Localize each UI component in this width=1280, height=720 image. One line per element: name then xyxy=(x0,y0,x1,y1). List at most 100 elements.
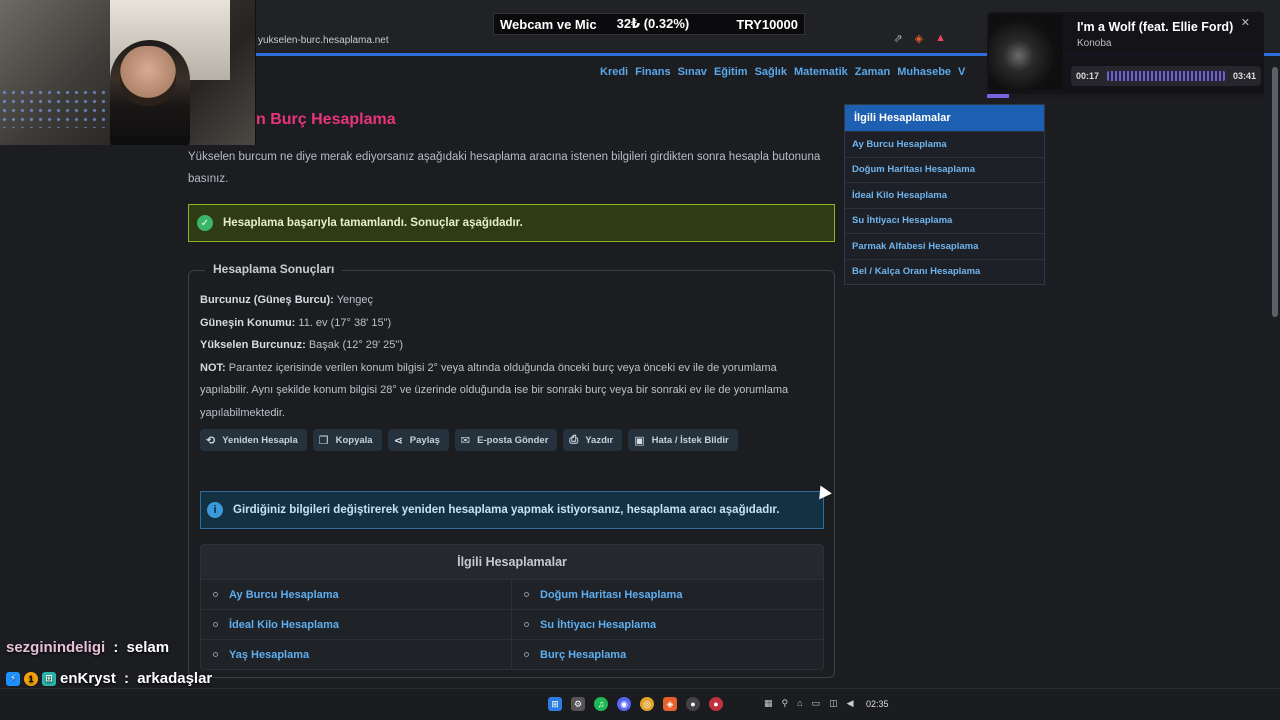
spotify-icon[interactable]: ♫ xyxy=(594,697,608,711)
prime-badge-icon: ⚡ xyxy=(6,671,20,686)
chat-text: arkadaşlar xyxy=(137,670,213,687)
chrome-icon[interactable]: ◎ xyxy=(640,697,654,711)
song-artist: Konoba xyxy=(1077,38,1112,49)
nav-kredi[interactable]: Kredi xyxy=(600,66,628,78)
result-actions: ⟲ Yeniden Hesapla ❐ Kopyala ⋖ Paylaş ✉ E-pos… xyxy=(200,429,738,451)
sidebar-related: İlgili Hesaplamalar Ay Burcu Hesaplama D… xyxy=(844,104,1045,285)
info-message: Girdiğiniz bilgileri değiştirerek yenide… xyxy=(233,504,780,516)
goal-label: Webcam ve Mic xyxy=(500,16,597,32)
copy-button[interactable]: ❐ Kopyala xyxy=(312,429,382,451)
related-link-label: Burç Hesaplama xyxy=(540,648,627,661)
sidebar-item-ideal-kilo[interactable]: İdeal Kilo Hesaplama xyxy=(845,182,1044,208)
success-message: Hesaplama başarıyla tamamlandı. Sonuçlar… xyxy=(223,217,523,229)
nav-saglik[interactable]: Sağlık xyxy=(755,66,787,78)
url-text[interactable]: yukselen-burc.hesaplama.net xyxy=(250,35,389,46)
tray-volume-icon[interactable]: ◀ xyxy=(847,698,854,709)
song-progress-fill xyxy=(987,94,1010,98)
taskbar: ⊞ ⚙ ♫ ◉ ◎ ◈ ● ● ▦ ⚲ ⌂ ▭ ◫ ◀ 02:35 xyxy=(0,688,1280,720)
album-art xyxy=(989,14,1063,90)
check-circle-icon: ✓ xyxy=(197,215,213,231)
site-nav: Kredi Finans Sınav Eğitim Sağlık Matemat… xyxy=(600,66,965,78)
duration-time: 03:41 xyxy=(1232,71,1256,81)
nav-finans[interactable]: Finans xyxy=(635,66,670,78)
sidebar-item-parmak-alfabesi[interactable]: Parmak Alfabesi Hesaplama xyxy=(845,233,1044,259)
playback-bar: 00:17 03:41 xyxy=(1071,66,1261,86)
windows-start-icon[interactable]: ⊞ xyxy=(548,697,562,711)
sidebar-item-su-ihtiyaci[interactable]: Su İhtiyacı Hesaplama xyxy=(845,207,1044,234)
nav-more[interactable]: V xyxy=(958,66,965,78)
tray-mic-icon[interactable]: ⚲ xyxy=(782,698,789,709)
page-scrollbar[interactable] xyxy=(1270,57,1280,685)
recalculate-button[interactable]: ⟲ Yeniden Hesapla xyxy=(200,429,307,451)
tray-network-icon[interactable]: ◫ xyxy=(829,698,838,709)
related-link[interactable]: Su İhtiyacı Hesaplama xyxy=(512,609,823,639)
brave-icon[interactable]: ◈ xyxy=(663,697,677,711)
sidebar-item-dogum-haritasi[interactable]: Doğum Haritası Hesaplama xyxy=(845,156,1044,183)
success-alert: ✓ Hesaplama başarıyla tamamlandı. Sonuçl… xyxy=(188,204,835,242)
sun-position-value: 11. ev (17° 38' 15") xyxy=(298,316,392,329)
tray-grid-icon[interactable]: ▦ xyxy=(764,698,773,709)
now-playing-widget: I'm a Wolf (feat. Ellie Ford) Konoba ✕ 0… xyxy=(987,12,1264,98)
email-button[interactable]: ✉ E-posta Gönder xyxy=(454,429,558,451)
share-button[interactable]: ⋖ Paylaş xyxy=(387,429,449,451)
share-label: Paylaş xyxy=(409,434,440,446)
recalculate-label: Yeniden Hesapla xyxy=(222,434,298,446)
feedback-label: Hata / İstek Bildir xyxy=(651,434,729,446)
tray-display-icon[interactable]: ▭ xyxy=(812,698,821,709)
stream-goal-bar: Webcam ve Mic 32₺ (0.32%) TRY10000 xyxy=(493,13,805,35)
related-link[interactable]: Ay Burcu Hesaplama xyxy=(201,579,512,609)
related-link-label: Yaş Hesaplama xyxy=(229,648,310,661)
feedback-button[interactable]: ▣ Hata / İstek Bildir xyxy=(628,429,738,451)
results-panel: Hesaplama Sonuçları Burcunuz (Güneş Burc… xyxy=(188,262,835,678)
share-icon: ⋖ xyxy=(393,434,403,447)
copy-label: Kopyala xyxy=(335,434,373,446)
song-title: I'm a Wolf (feat. Ellie Ford) xyxy=(1077,20,1234,34)
tray-notification-icon[interactable]: ⌂ xyxy=(797,698,802,709)
sidebar-title: İlgili Hesaplamalar xyxy=(845,105,1044,131)
nav-muhasebe[interactable]: Muhasebe xyxy=(897,66,951,78)
page-title: n Burç Hesaplama xyxy=(256,111,396,128)
brave-shield-icon[interactable]: ◈ xyxy=(915,32,923,45)
brave-rewards-icon[interactable]: ▲ xyxy=(935,32,946,45)
discord-icon[interactable]: ◉ xyxy=(617,697,631,711)
chat-message: sezginindeligi : selam xyxy=(6,639,170,656)
related-link[interactable]: İdeal Kilo Hesaplama xyxy=(201,609,512,639)
recalc-icon: ⟲ xyxy=(206,434,216,447)
app-icon[interactable]: ● xyxy=(709,697,723,711)
related-calculations: İlgili Hesaplamalar Ay Burcu Hesaplama D… xyxy=(200,544,824,670)
related-link[interactable]: Doğum Haritası Hesaplama xyxy=(512,579,823,609)
related-title: İlgili Hesaplamalar xyxy=(201,545,823,579)
share-page-icon[interactable]: ⇗ xyxy=(893,32,902,45)
close-icon[interactable]: ✕ xyxy=(1241,16,1250,29)
sidebar-item-ay-burcu[interactable]: Ay Burcu Hesaplama xyxy=(845,131,1044,157)
note-text: Parantez içerisinde verilen konum bilgis… xyxy=(200,361,789,419)
sun-sign-label: Burcunuz (Güneş Burcu): xyxy=(200,294,334,306)
chat-username: sezginindeligi xyxy=(6,639,106,656)
settings-icon[interactable]: ⚙ xyxy=(571,697,585,711)
sun-sign-value: Yengeç xyxy=(336,294,374,306)
obs-icon[interactable]: ● xyxy=(686,697,700,711)
print-label: Yazdır xyxy=(585,434,614,446)
intro-text: Yükselen burcum ne diye merak ediyorsanı… xyxy=(188,151,821,185)
results-content: Burcunuz (Güneş Burcu): Yengeç Güneşin K… xyxy=(200,289,826,424)
nav-egitim[interactable]: Eğitim xyxy=(714,66,748,78)
sidebar-item-bel-kalca[interactable]: Bel / Kalça Oranı Hesaplama xyxy=(845,258,1044,285)
taskbar-clock[interactable]: 02:35 xyxy=(866,699,889,709)
gift-badge-icon: 1 xyxy=(24,671,38,686)
chat-username: enKryst xyxy=(60,670,116,687)
email-icon: ✉ xyxy=(460,434,471,447)
related-link-label: Doğum Haritası Hesaplama xyxy=(540,588,683,601)
scrollbar-thumb[interactable] xyxy=(1272,67,1278,317)
song-progress xyxy=(987,94,1264,98)
nav-zaman[interactable]: Zaman xyxy=(855,66,890,78)
webcam-overlay xyxy=(0,0,256,145)
print-button[interactable]: ⎙ Yazdır xyxy=(563,429,623,451)
related-link-label: Su İhtiyacı Hesaplama xyxy=(540,618,657,631)
feedback-icon: ▣ xyxy=(634,434,645,447)
ascendant-label: Yükselen Burcunuz: xyxy=(200,339,306,351)
nav-sinav[interactable]: Sınav xyxy=(678,66,707,78)
nav-matematik[interactable]: Matematik xyxy=(794,66,848,78)
note-label: NOT: xyxy=(200,361,226,374)
related-link[interactable]: Yaş Hesaplama xyxy=(201,639,512,669)
related-link[interactable]: Burç Hesaplama xyxy=(512,639,823,669)
